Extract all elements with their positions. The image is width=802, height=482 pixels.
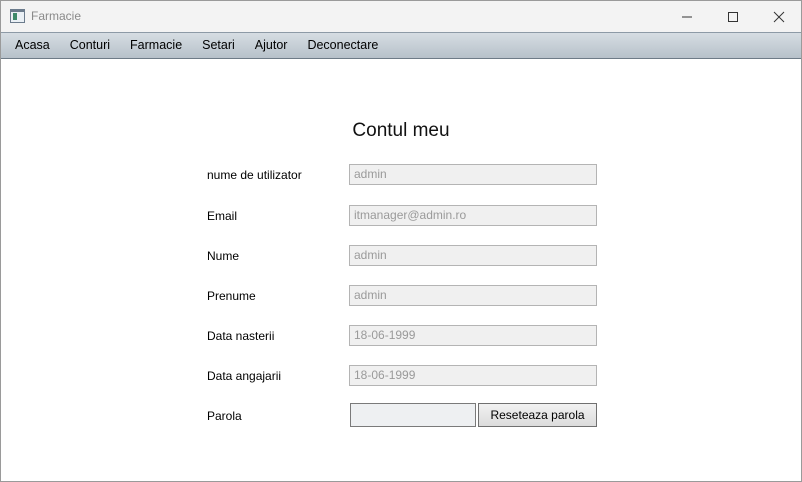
- window-title: Farmacie: [31, 9, 82, 23]
- birth-date-field[interactable]: 18-06-1999: [349, 325, 597, 346]
- title-bar[interactable]: Farmacie: [1, 1, 801, 32]
- minimize-icon: [682, 16, 692, 17]
- menu-item-acasa[interactable]: Acasa: [1, 33, 60, 58]
- password-label: Parola: [207, 409, 242, 423]
- username-label: nume de utilizator: [207, 168, 302, 182]
- minimize-button[interactable]: [664, 1, 710, 32]
- menu-item-farmacie[interactable]: Farmacie: [120, 33, 192, 58]
- hire-date-label: Data angajarii: [207, 369, 282, 383]
- password-field[interactable]: [350, 403, 476, 427]
- menu-item-conturi[interactable]: Conturi: [60, 33, 120, 58]
- page-title: Contul meu: [352, 120, 450, 141]
- app-window: Farmacie Acasa Conturi Farmacie Setari A…: [0, 0, 802, 482]
- email-label: Email: [207, 209, 238, 223]
- reset-password-button[interactable]: Reseteaza parola: [478, 403, 597, 427]
- menu-item-deconectare[interactable]: Deconectare: [297, 33, 388, 58]
- birth-date-label: Data nasterii: [207, 329, 275, 343]
- close-button[interactable]: [756, 1, 802, 32]
- maximize-button[interactable]: [710, 1, 756, 32]
- first-name-field[interactable]: admin: [349, 285, 597, 306]
- maximize-icon: [728, 11, 738, 22]
- email-field[interactable]: itmanager@admin.ro: [349, 205, 597, 226]
- menu-item-ajutor[interactable]: Ajutor: [245, 33, 298, 58]
- hire-date-field[interactable]: 18-06-1999: [349, 365, 597, 386]
- first-name-label: Prenume: [207, 289, 256, 303]
- app-window-icon: [10, 9, 25, 23]
- close-icon: [773, 11, 785, 22]
- last-name-label: Nume: [207, 249, 240, 263]
- last-name-field[interactable]: admin: [349, 245, 597, 266]
- username-field[interactable]: admin: [349, 164, 597, 185]
- menu-bar: Acasa Conturi Farmacie Setari Ajutor Dec…: [1, 32, 801, 59]
- menu-item-setari[interactable]: Setari: [192, 33, 245, 58]
